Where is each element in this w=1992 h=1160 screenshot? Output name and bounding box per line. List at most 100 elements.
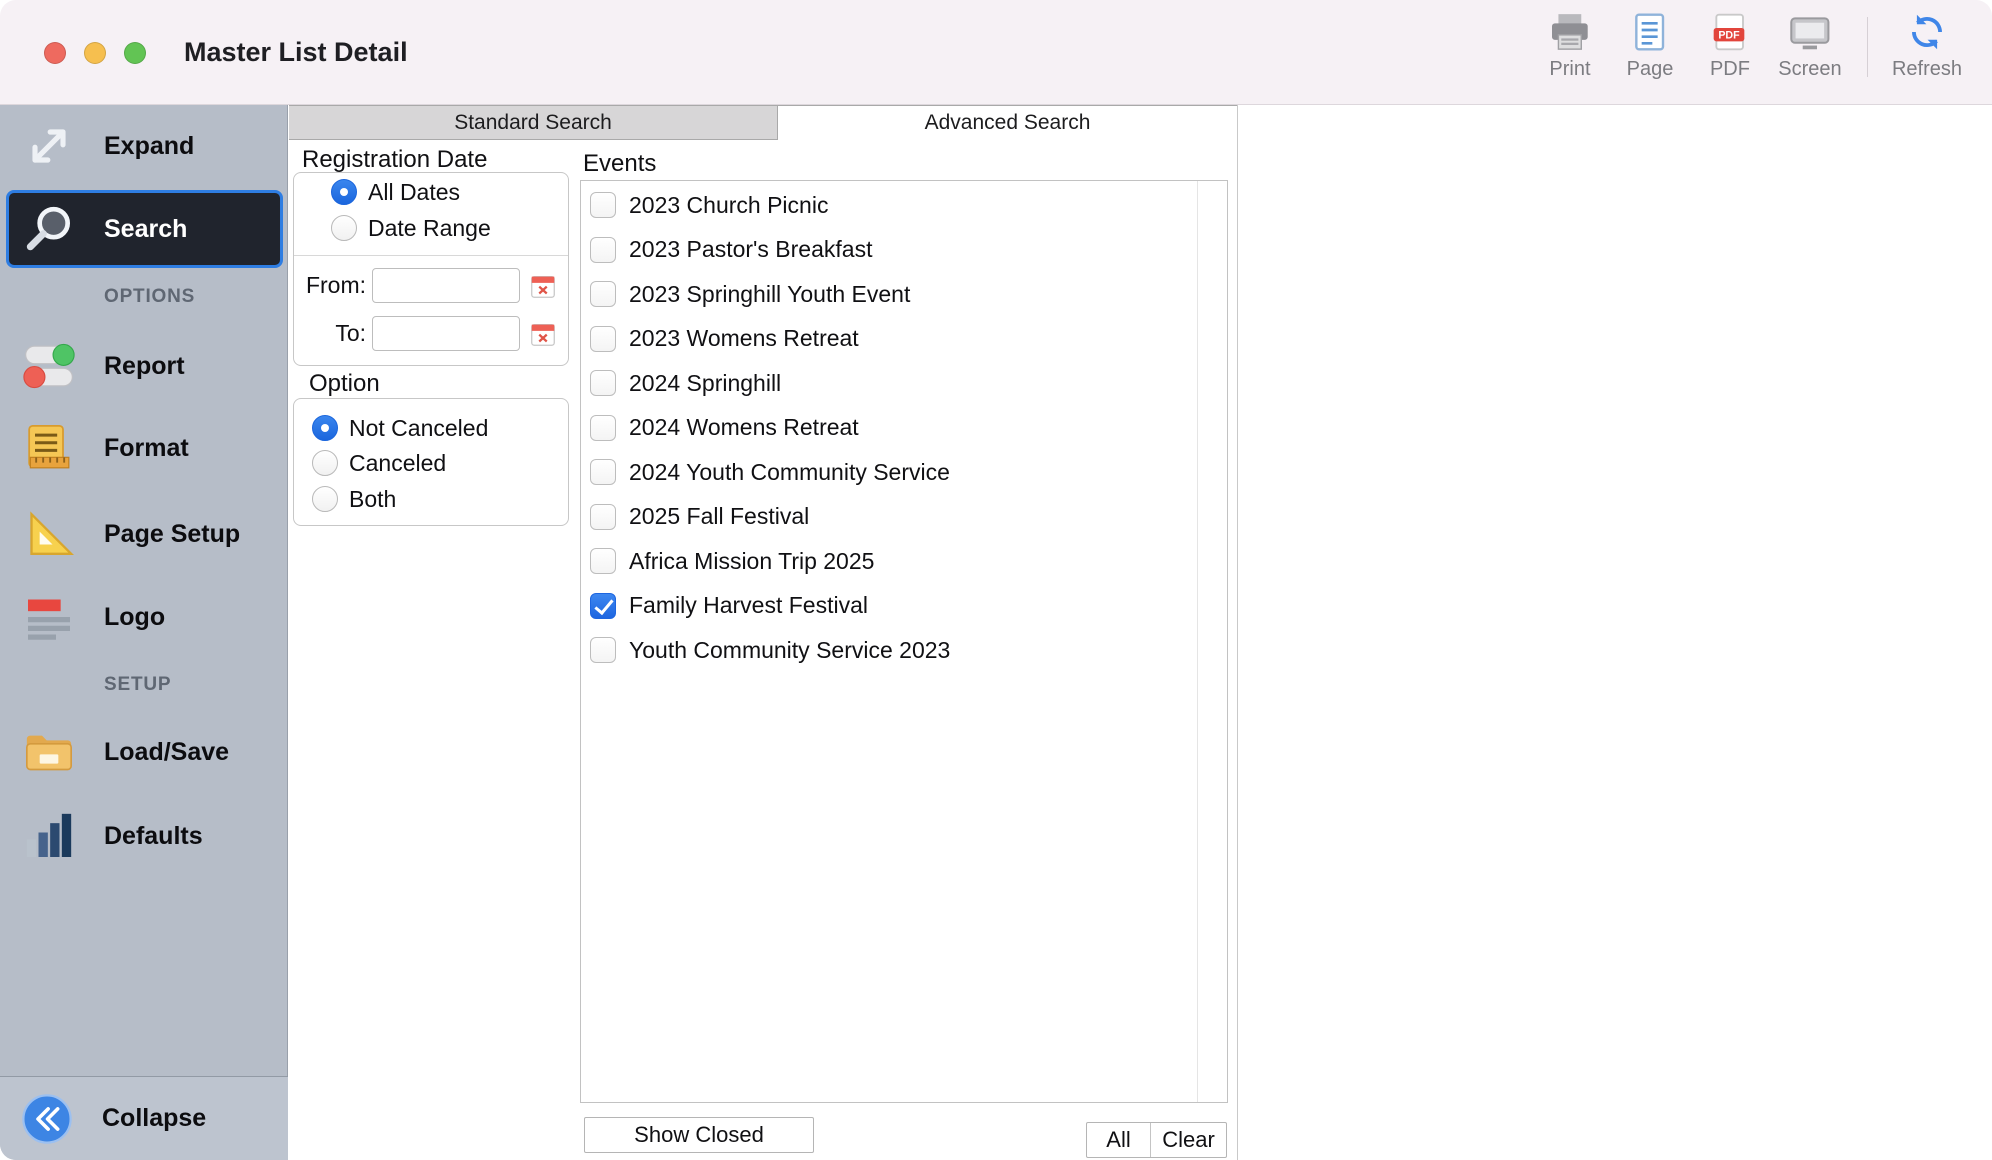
- title-bar: Master List Detail Print: [0, 0, 1992, 105]
- calendar-icon: [528, 319, 558, 349]
- minimize-button[interactable]: [84, 42, 106, 64]
- from-label: From:: [294, 272, 366, 299]
- both-radio[interactable]: [312, 486, 338, 512]
- event-checkbox[interactable]: [590, 504, 616, 530]
- to-calendar-button[interactable]: [528, 319, 558, 349]
- event-row[interactable]: Family Harvest Festival: [581, 584, 1196, 629]
- events-list: 2023 Church Picnic 2023 Pastor's Breakfa…: [580, 180, 1228, 1103]
- screen-icon: [1787, 12, 1833, 52]
- tab-standard-search[interactable]: Standard Search: [289, 105, 778, 140]
- print-button[interactable]: Print: [1533, 12, 1607, 81]
- show-closed-label: Show Closed: [634, 1122, 764, 1148]
- sidebar-item-expand[interactable]: Expand: [0, 107, 288, 185]
- sidebar-item-collapse[interactable]: Collapse: [0, 1076, 288, 1160]
- event-checkbox[interactable]: [590, 326, 616, 352]
- event-checkbox[interactable]: [590, 459, 616, 485]
- window-title: Master List Detail: [184, 37, 408, 68]
- event-row[interactable]: 2023 Pastor's Breakfast: [581, 228, 1196, 273]
- screen-button[interactable]: Screen: [1773, 12, 1847, 81]
- pdf-button[interactable]: PDF PDF: [1693, 12, 1767, 81]
- bar-chart-icon: [20, 807, 78, 865]
- refresh-button[interactable]: Refresh: [1888, 12, 1966, 81]
- not-canceled-radio[interactable]: [312, 415, 338, 441]
- event-checkbox[interactable]: [590, 548, 616, 574]
- events-rows: 2023 Church Picnic 2023 Pastor's Breakfa…: [581, 183, 1196, 1100]
- event-label: 2025 Fall Festival: [629, 503, 809, 530]
- screen-label: Screen: [1778, 58, 1841, 81]
- radio-row-not-canceled[interactable]: Not Canceled: [312, 413, 488, 443]
- sidebar-item-search[interactable]: Search: [6, 190, 283, 268]
- events-scrollbar[interactable]: [1197, 181, 1227, 1102]
- sidebar-section-options: OPTIONS: [104, 286, 195, 308]
- tab-advanced-search-label: Advanced Search: [925, 111, 1091, 135]
- event-row[interactable]: 2023 Womens Retreat: [581, 317, 1196, 362]
- close-button[interactable]: [44, 42, 66, 64]
- event-label: 2024 Springhill: [629, 370, 781, 397]
- radio-row-both[interactable]: Both: [312, 484, 396, 514]
- event-checkbox[interactable]: [590, 593, 616, 619]
- event-label: Africa Mission Trip 2025: [629, 548, 874, 575]
- event-row[interactable]: 2024 Womens Retreat: [581, 406, 1196, 451]
- events-group-label: Events: [583, 150, 656, 178]
- event-checkbox[interactable]: [590, 415, 616, 441]
- date-range-radio[interactable]: [331, 215, 357, 241]
- clear-label: Clear: [1162, 1127, 1215, 1153]
- sidebar-item-search-label: Search: [104, 215, 187, 244]
- event-label: 2023 Springhill Youth Event: [629, 281, 910, 308]
- sidebar-item-report[interactable]: Report: [0, 327, 288, 405]
- refresh-icon: [1908, 12, 1946, 52]
- date-range-label: Date Range: [368, 215, 491, 242]
- sidebar-item-expand-label: Expand: [104, 132, 194, 161]
- radio-row-canceled[interactable]: Canceled: [312, 448, 446, 478]
- event-row[interactable]: 2023 Springhill Youth Event: [581, 272, 1196, 317]
- svg-text:PDF: PDF: [1719, 29, 1741, 41]
- radio-row-all-dates[interactable]: All Dates: [331, 177, 460, 207]
- radio-row-date-range[interactable]: Date Range: [331, 213, 491, 243]
- event-checkbox[interactable]: [590, 237, 616, 263]
- tab-advanced-search[interactable]: Advanced Search: [778, 105, 1237, 140]
- event-checkbox[interactable]: [590, 281, 616, 307]
- all-dates-label: All Dates: [368, 179, 460, 206]
- sidebar-item-load-save-label: Load/Save: [104, 738, 229, 767]
- clear-button[interactable]: Clear: [1151, 1123, 1226, 1157]
- zoom-button[interactable]: [124, 42, 146, 64]
- event-checkbox[interactable]: [590, 192, 616, 218]
- event-label: 2024 Womens Retreat: [629, 414, 859, 441]
- calendar-icon: [528, 271, 558, 301]
- select-all-label: All: [1106, 1127, 1130, 1153]
- event-row[interactable]: Africa Mission Trip 2025: [581, 539, 1196, 584]
- sidebar-item-load-save[interactable]: Load/Save: [0, 713, 288, 791]
- app-window: Master List Detail Print: [0, 0, 1992, 1160]
- page-button[interactable]: Page: [1613, 12, 1687, 81]
- from-date-input[interactable]: [372, 268, 520, 303]
- refresh-label: Refresh: [1892, 58, 1962, 81]
- folder-icon: [20, 723, 78, 781]
- event-row[interactable]: 2023 Church Picnic: [581, 183, 1196, 228]
- event-row[interactable]: 2024 Springhill: [581, 361, 1196, 406]
- print-label: Print: [1549, 58, 1590, 81]
- show-closed-button[interactable]: Show Closed: [584, 1117, 814, 1153]
- sidebar-item-logo[interactable]: Logo: [0, 578, 288, 656]
- event-label: 2023 Womens Retreat: [629, 325, 859, 352]
- sidebar-item-report-label: Report: [104, 352, 185, 381]
- sidebar-item-format[interactable]: Format: [0, 409, 288, 487]
- event-row[interactable]: 2024 Youth Community Service: [581, 450, 1196, 495]
- event-checkbox[interactable]: [590, 637, 616, 663]
- select-all-button[interactable]: All: [1087, 1123, 1151, 1157]
- registration-date-group: All Dates Date Range From: To:: [293, 172, 569, 366]
- event-row[interactable]: Youth Community Service 2023: [581, 628, 1196, 673]
- event-label: Family Harvest Festival: [629, 592, 868, 619]
- event-row[interactable]: 2025 Fall Festival: [581, 495, 1196, 540]
- sidebar-item-page-setup[interactable]: Page Setup: [0, 495, 288, 573]
- event-checkbox[interactable]: [590, 370, 616, 396]
- all-clear-segment: All Clear: [1086, 1122, 1227, 1158]
- from-calendar-button[interactable]: [528, 271, 558, 301]
- page-label: Page: [1627, 58, 1674, 81]
- all-dates-radio[interactable]: [331, 179, 357, 205]
- to-date-input[interactable]: [372, 316, 520, 351]
- to-date-row: To:: [294, 316, 568, 351]
- to-label: To:: [294, 320, 366, 347]
- sidebar-item-defaults[interactable]: Defaults: [0, 797, 288, 875]
- canceled-radio[interactable]: [312, 450, 338, 476]
- sidebar-item-page-setup-label: Page Setup: [104, 520, 240, 549]
